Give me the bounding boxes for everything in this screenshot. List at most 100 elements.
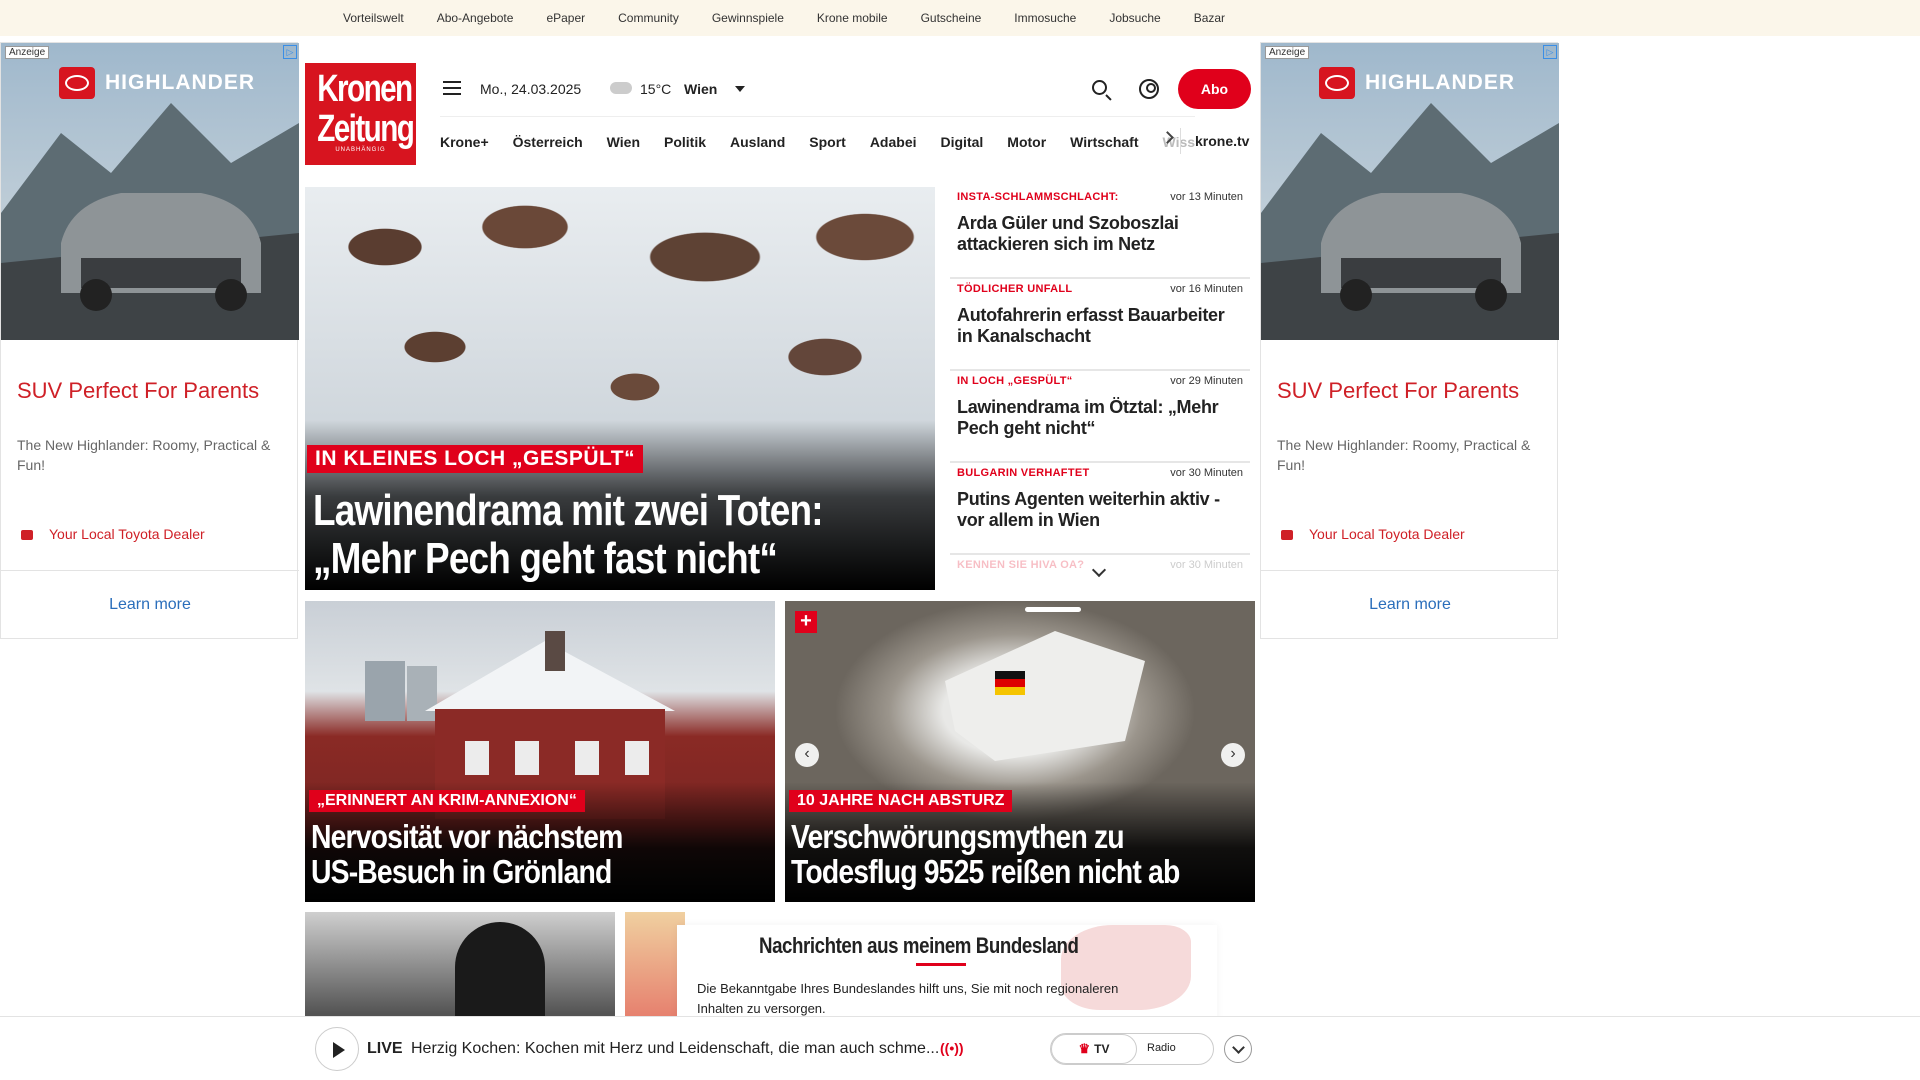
news-title[interactable]: Lawinendrama im Ötztal: „Mehr Pech geht … xyxy=(957,397,1242,439)
card-kicker: 10 JAHRE NACH ABSTURZ xyxy=(789,790,1013,812)
toyota-logo-icon xyxy=(59,67,95,99)
chevron-down-icon[interactable] xyxy=(1224,1035,1252,1063)
hero-article[interactable]: IN KLEINES LOCH „GESPÜLT“ Lawinendrama m… xyxy=(305,187,935,590)
news-item[interactable]: BULGARIN VERHAFTET vor 30 Minuten Putins… xyxy=(950,463,1250,555)
card-kicker: „ERINNERT AN KRIM-ANNEXION“ xyxy=(309,790,585,812)
current-date: Mo., 24.03.2025 xyxy=(480,81,582,97)
adchoices-icon[interactable]: ▷ xyxy=(1543,45,1557,59)
temperature: 15°C xyxy=(640,81,672,97)
ad-brand-name: HIGHLANDER xyxy=(105,71,255,94)
card-headline-line-1: Verschwörungsmythen zu xyxy=(791,818,1125,855)
radio-toggle[interactable]: Radio xyxy=(1147,1042,1176,1054)
ad-image[interactable]: Anzeige ▷ HIGHLANDER xyxy=(1,43,299,340)
ad-learn-more-button[interactable]: Learn more xyxy=(1261,570,1559,640)
ad-title[interactable]: SUV Perfect For Parents xyxy=(17,378,259,404)
topnav-epaper[interactable]: ePaper xyxy=(546,11,585,25)
ad-description: The New Highlander: Roomy, Practical & F… xyxy=(17,437,271,473)
topnav-abo-angebote[interactable]: Abo-Angebote xyxy=(437,11,514,25)
news-time: vor 16 Minuten xyxy=(1170,283,1243,295)
hero-kicker: IN KLEINES LOCH „GESPÜLT“ xyxy=(307,445,644,473)
slider-next-arrow-icon[interactable]: › xyxy=(1221,743,1245,767)
live-label: LIVE xyxy=(367,1040,403,1057)
ad-left[interactable]: Anzeige ▷ HIGHLANDER SUV Perfect For Par… xyxy=(0,42,299,640)
nav-wien[interactable]: Wien xyxy=(607,134,640,150)
crown-icon: ♛ xyxy=(1078,1041,1091,1056)
plane-wreck-image xyxy=(945,631,1145,761)
top-navigation: Vorteilswelt Abo-Angebote ePaper Communi… xyxy=(0,0,1920,36)
hero-headline[interactable]: Lawinendrama mit zwei Toten: „Mehr Pech … xyxy=(313,487,935,583)
search-icon[interactable] xyxy=(1092,80,1107,95)
card-headline[interactable]: Verschwörungsmythen zu Todesflug 9525 re… xyxy=(791,819,1255,889)
user-account-icon[interactable] xyxy=(1139,79,1159,99)
nav-sport[interactable]: Sport xyxy=(809,134,846,150)
news-item[interactable]: INSTA-SCHLAMMSCHLACHT: vor 13 Minuten Ar… xyxy=(950,187,1250,279)
topnav-jobsuche[interactable]: Jobsuche xyxy=(1109,11,1160,25)
abo-button[interactable]: Abo xyxy=(1178,69,1251,109)
article-card-flight-9525[interactable]: + ‹ › 10 JAHRE NACH ABSTURZ Verschwörung… xyxy=(785,601,1255,902)
hero-headline-line-1: Lawinendrama mit zwei Toten: xyxy=(313,486,824,535)
topnav-vorteilswelt[interactable]: Vorteilswelt xyxy=(343,11,404,25)
ad-label: Anzeige xyxy=(5,46,50,59)
nav-krone-plus[interactable]: Krone+ xyxy=(440,134,489,150)
news-item[interactable]: TÖDLICHER UNFALL vor 16 Minuten Autofahr… xyxy=(950,279,1250,371)
live-program-title[interactable]: Herzig Kochen: Kochen mit Herz und Leide… xyxy=(411,1040,939,1058)
chevron-down-icon[interactable] xyxy=(735,86,745,97)
bundesland-title: Nachrichten aus meinem Bundesland xyxy=(759,933,1079,958)
news-time: vor 29 Minuten xyxy=(1170,375,1243,387)
bundesland-text: Die Bekanntgabe Ihres Bundeslandes hilft… xyxy=(697,981,1119,1016)
media-toggle: ♛ TV Radio xyxy=(1050,1033,1214,1065)
ad-brand: HIGHLANDER xyxy=(1319,67,1515,99)
ad-learn-more-button[interactable]: Learn more xyxy=(1,570,299,640)
toyota-logo-icon xyxy=(1319,67,1355,99)
hero-headline-line-2: „Mehr Pech geht fast nicht“ xyxy=(313,534,778,583)
slider-indicator xyxy=(1025,607,1081,612)
nav-digital[interactable]: Digital xyxy=(941,134,984,150)
city-selector[interactable]: Wien xyxy=(684,81,717,97)
adchoices-icon[interactable]: ▷ xyxy=(283,45,297,59)
news-title[interactable]: Putins Agenten weiterhin aktiv - vor all… xyxy=(957,489,1242,531)
play-icon[interactable] xyxy=(315,1027,359,1071)
card-headline-line-2: US-Besuch in Grönland xyxy=(311,853,612,890)
logo-line-1: Kronen xyxy=(317,68,413,110)
logo-line-2: Zeitung xyxy=(317,108,415,150)
kronen-zeitung-logo[interactable]: Kronen Zeitung UNABHÄNGIG xyxy=(305,63,416,165)
topnav-immosuche[interactable]: Immosuche xyxy=(1014,11,1076,25)
news-title[interactable]: Arda Güler und Szoboszlai attackieren si… xyxy=(957,213,1242,255)
slider-prev-arrow-icon[interactable]: ‹ xyxy=(795,743,819,767)
dealer-icon xyxy=(1281,530,1293,540)
card-headline[interactable]: Nervosität vor nächstem US-Besuch in Grö… xyxy=(311,819,775,889)
tv-label: TV xyxy=(1094,1042,1110,1056)
hamburger-menu-icon[interactable] xyxy=(443,81,461,95)
news-time: vor 30 Minuten xyxy=(1170,467,1243,479)
tv-toggle[interactable]: ♛ TV xyxy=(1051,1034,1137,1064)
ad-title[interactable]: SUV Perfect For Parents xyxy=(1277,378,1519,404)
ad-dealer-link[interactable]: Your Local Toyota Dealer xyxy=(1309,526,1465,542)
ad-brand: HIGHLANDER xyxy=(59,67,255,99)
card-headline-line-2: Todesflug 9525 reißen nicht ab xyxy=(791,853,1180,890)
news-item[interactable]: IN LOCH „GESPÜLT“ vor 29 Minuten Lawinen… xyxy=(950,371,1250,463)
news-time: vor 30 Minuten xyxy=(1170,559,1243,571)
ad-dealer-link[interactable]: Your Local Toyota Dealer xyxy=(49,526,205,542)
nav-motor[interactable]: Motor xyxy=(1007,134,1046,150)
topnav-bazar[interactable]: Bazar xyxy=(1194,11,1225,25)
topnav-krone-mobile[interactable]: Krone mobile xyxy=(817,11,888,25)
nav-oesterreich[interactable]: Österreich xyxy=(513,134,583,150)
nav-krone-tv[interactable]: krone.tv xyxy=(1195,133,1249,149)
nav-adabei[interactable]: Adabei xyxy=(870,134,917,150)
topnav-community[interactable]: Community xyxy=(618,11,679,25)
topnav-gewinnspiele[interactable]: Gewinnspiele xyxy=(712,11,784,25)
ad-right[interactable]: Anzeige ▷ HIGHLANDER SUV Perfect For Par… xyxy=(1260,42,1559,640)
article-card-greenland[interactable]: „ERINNERT AN KRIM-ANNEXION“ Nervosität v… xyxy=(305,601,775,902)
nav-ausland[interactable]: Ausland xyxy=(730,134,785,150)
live-player-bar: LIVE Herzig Kochen: Kochen mit Herz und … xyxy=(0,1016,1920,1080)
nav-wirtschaft[interactable]: Wirtschaft xyxy=(1070,134,1138,150)
news-title[interactable]: Autofahrerin erfasst Bauarbeiter in Kana… xyxy=(957,305,1242,347)
section-navigation: Krone+ Österreich Wien Politik Ausland S… xyxy=(440,116,1196,166)
ad-image[interactable]: Anzeige ▷ HIGHLANDER xyxy=(1261,43,1559,340)
ad-brand-name: HIGHLANDER xyxy=(1365,71,1515,94)
news-time: vor 13 Minuten xyxy=(1170,191,1243,203)
dealer-icon xyxy=(21,530,33,540)
nav-politik[interactable]: Politik xyxy=(664,134,706,150)
ad-description: The New Highlander: Roomy, Practical & F… xyxy=(1277,437,1531,473)
topnav-gutscheine[interactable]: Gutscheine xyxy=(921,11,982,25)
